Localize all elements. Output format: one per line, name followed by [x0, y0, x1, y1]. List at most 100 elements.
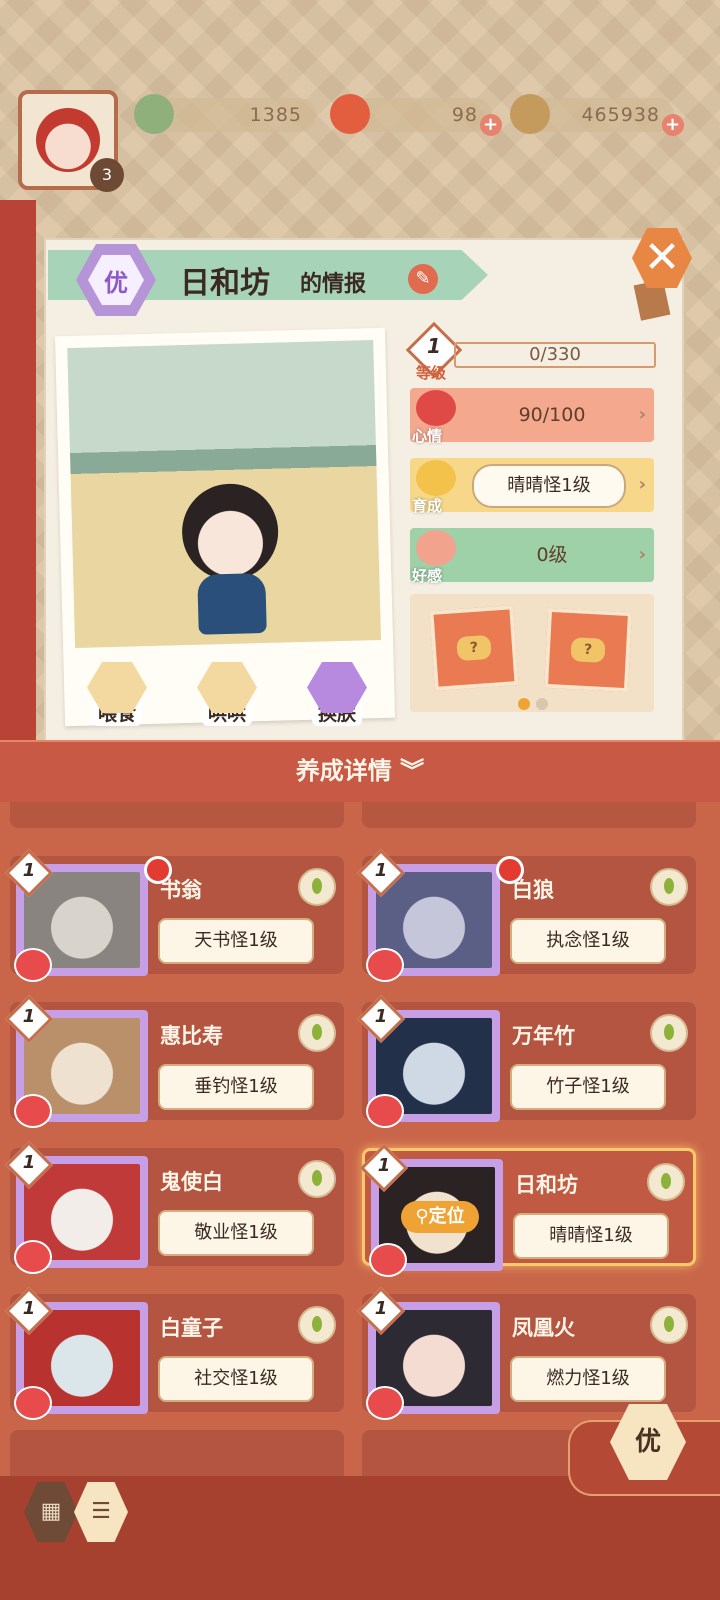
monster-portrait[interactable]: 1: [4, 994, 148, 1128]
list-item[interactable]: 1 万年竹竹子怪1级: [356, 994, 696, 1128]
seed-icon[interactable]: [650, 868, 688, 906]
seed-icon[interactable]: [298, 1306, 336, 1344]
coin-counter: 465938 +: [510, 94, 684, 136]
character-scene: [67, 340, 382, 648]
monster-portrait[interactable]: 1: [356, 1286, 500, 1420]
list-item[interactable]: 1 白狼 执念怪1级: [356, 848, 696, 982]
monster-name: 万年竹: [512, 1024, 575, 1048]
jade-counter: 1385: [134, 94, 316, 134]
monster-portrait[interactable]: 1: [4, 1140, 148, 1274]
skin-button[interactable]: 换肤: [304, 662, 370, 726]
peach-icon: [416, 530, 456, 566]
double-chevron-down-icon: ︾: [400, 757, 425, 785]
heart-icon: [369, 1243, 407, 1277]
sun-icon: [416, 460, 456, 496]
heart-icon: [14, 948, 52, 982]
seed-icon[interactable]: [298, 868, 336, 906]
rank-label: 优: [88, 255, 144, 305]
heart-icon: [14, 1386, 52, 1420]
details-label: 养成详情 ︾: [295, 757, 425, 785]
seed-icon[interactable]: [650, 1014, 688, 1052]
character-name: 日和坊: [180, 266, 270, 301]
monster-type-tag: 社交怪1级: [158, 1356, 314, 1402]
heart-icon: [14, 1240, 52, 1274]
monster-type-tag: 竹子怪1级: [510, 1064, 666, 1110]
mood-row[interactable]: 心情 90/100 ›: [410, 388, 654, 445]
card-mystery: ?: [570, 637, 606, 663]
monster-portrait[interactable]: 1: [4, 1286, 148, 1420]
card-tile[interactable]: ?: [543, 607, 633, 693]
level-value: 1: [374, 1006, 388, 1027]
locate-button[interactable]: ⚲定位: [401, 1201, 479, 1233]
heart-icon: [366, 1094, 404, 1128]
heart-icon: [416, 390, 456, 426]
level-value: 1: [22, 860, 36, 881]
exp-bar: 0/330: [454, 342, 656, 368]
monster-name: 白狼: [512, 878, 554, 902]
mood-value: 90/100: [518, 404, 586, 426]
level-label: 等级: [416, 364, 447, 382]
monster-type-tag: 燃力怪1级: [510, 1356, 666, 1402]
seed-icon[interactable]: [298, 1160, 336, 1198]
growth-label: 育成: [412, 497, 443, 515]
monster-portrait[interactable]: 1 ⚲定位: [359, 1143, 503, 1277]
book-spine: [0, 200, 36, 740]
list-item[interactable]: 1 凤凰火燃力怪1级: [356, 1286, 696, 1420]
level-value: 1: [377, 1155, 391, 1176]
list-item[interactable]: 1 ⚲定位 日和坊晴晴怪1级: [359, 1143, 696, 1277]
chevron-right-icon: ›: [638, 404, 646, 425]
jade-value: 1385: [249, 104, 302, 126]
level-value: 1: [22, 1006, 36, 1027]
edit-icon[interactable]: ✎: [408, 264, 438, 294]
gourd-icon: [330, 94, 370, 134]
card-mystery: ?: [456, 634, 492, 662]
details-toggle[interactable]: 养成详情 ︾: [0, 740, 720, 804]
monster-name: 鬼使白: [160, 1170, 223, 1194]
coax-button[interactable]: 哄哄: [194, 662, 260, 726]
growth-value: 晴晴怪1级: [472, 464, 626, 508]
affinity-row[interactable]: 好感 0级 ›: [410, 528, 654, 585]
monster-portrait[interactable]: 1: [4, 848, 172, 982]
monster-name: 书翁: [160, 878, 202, 902]
monster-type-tag: 敬业怪1级: [158, 1210, 314, 1256]
chevron-right-icon: ›: [638, 474, 646, 495]
monster-portrait[interactable]: 1: [356, 848, 524, 982]
affinity-label: 好感: [412, 567, 443, 585]
feed-button[interactable]: 喂食: [84, 662, 150, 726]
character-head: [180, 482, 280, 582]
monster-name: 日和坊: [515, 1173, 578, 1197]
player-level-badge: 3: [90, 158, 124, 192]
title-suffix: 的情报: [300, 272, 367, 297]
page-dot: [536, 698, 548, 710]
level-value: 1: [22, 1152, 36, 1173]
affinity-value: 0级: [536, 544, 568, 566]
level-value: 1: [22, 1298, 36, 1319]
list-item[interactable]: 1 书翁 天书怪1级: [4, 848, 344, 982]
add-gourd-button[interactable]: +: [480, 114, 502, 136]
coin-icon: [510, 94, 550, 134]
monster-portrait[interactable]: 1: [356, 994, 500, 1128]
level-value: 1: [374, 860, 388, 881]
monster-name: 凤凰火: [512, 1316, 575, 1340]
list-item[interactable]: 1 鬼使白敬业怪1级: [4, 1140, 344, 1274]
level-value: 1: [427, 334, 441, 358]
pine-icon: [134, 94, 174, 134]
seed-icon[interactable]: [298, 1014, 336, 1052]
card-tile[interactable]: ?: [429, 605, 519, 691]
monster-type-tag: 晴晴怪1级: [513, 1213, 669, 1259]
add-coin-button[interactable]: +: [662, 114, 684, 136]
level-value: 1: [374, 1298, 388, 1319]
monster-name: 白童子: [160, 1316, 223, 1340]
character-body: [197, 572, 267, 635]
coin-value: 465938: [581, 104, 660, 126]
growth-row[interactable]: 育成 晴晴怪1级 ›: [410, 458, 654, 515]
gourd-value: 98: [451, 104, 478, 126]
seed-icon[interactable]: [650, 1306, 688, 1344]
seed-icon[interactable]: [647, 1163, 685, 1201]
list-item-partial: [10, 802, 344, 828]
list-item[interactable]: 1 惠比寿 垂钓怪1级: [4, 994, 344, 1128]
list-item[interactable]: 1 白童子社交怪1级: [4, 1286, 344, 1420]
card-carousel[interactable]: ? ?: [410, 594, 654, 712]
heart-icon: [366, 948, 404, 982]
heart-icon: [14, 1094, 52, 1128]
